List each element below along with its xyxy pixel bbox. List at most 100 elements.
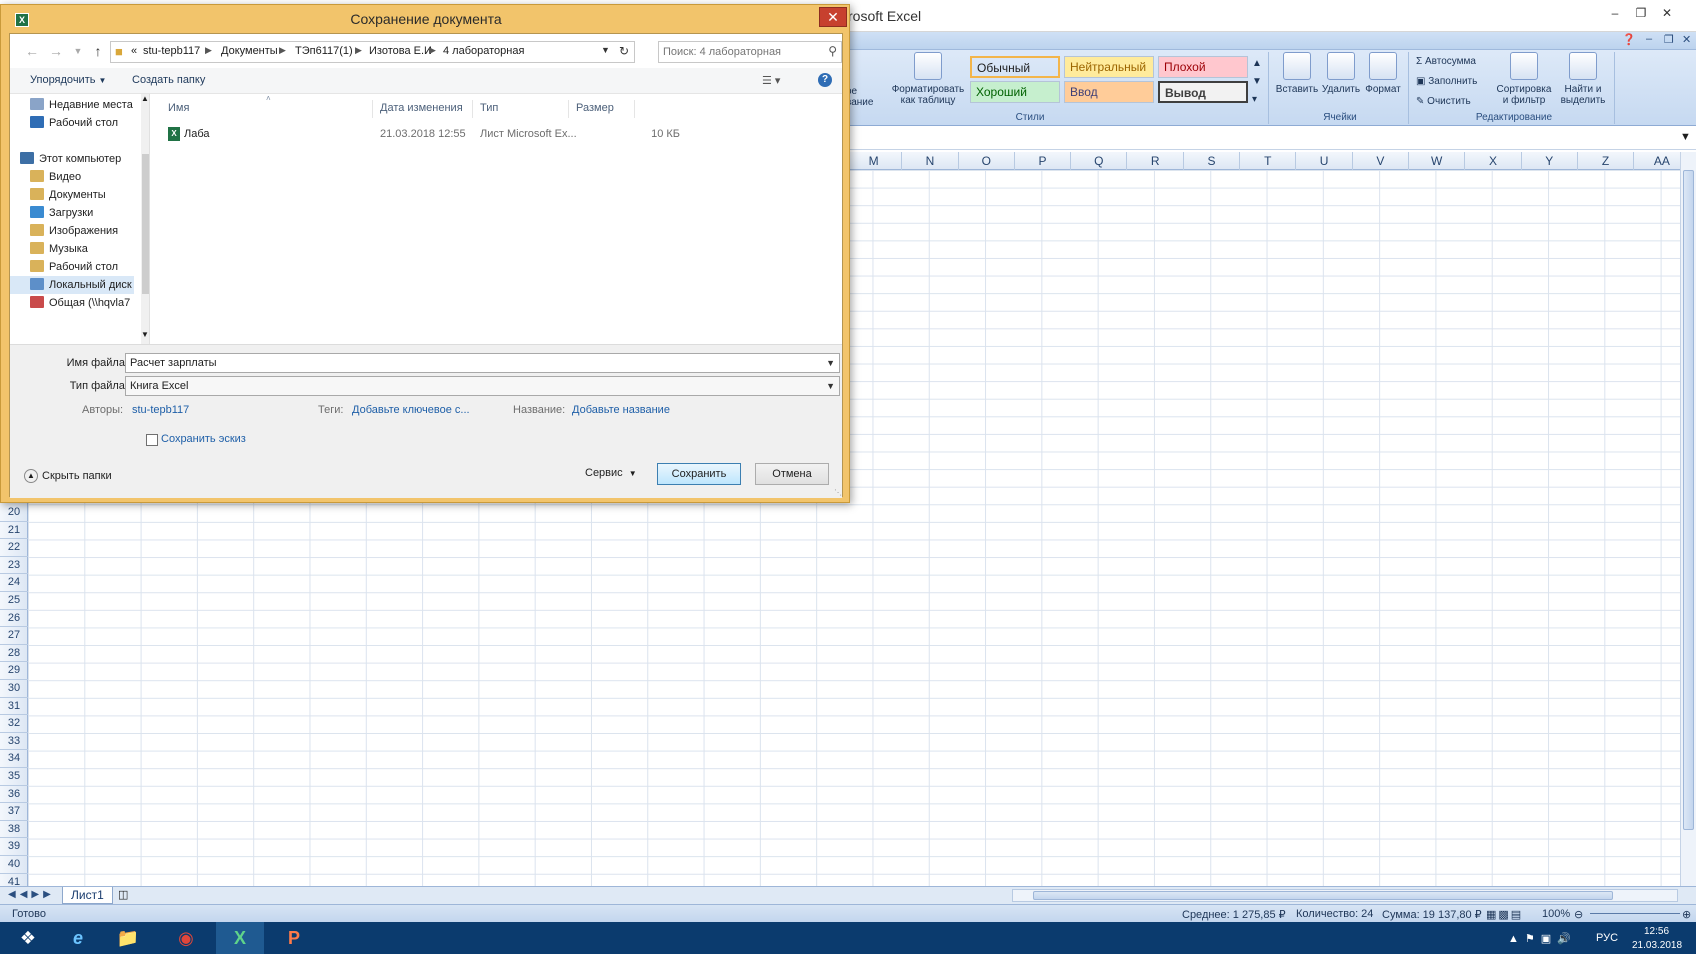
save-thumbnail-label[interactable]: Сохранить эскиз	[161, 433, 246, 445]
new-sheet-icon[interactable]: ◫	[118, 888, 128, 901]
row-header[interactable]: 40	[0, 856, 28, 874]
scroll-down-icon[interactable]: ▼	[141, 330, 149, 339]
styles-more-icon[interactable]: ▾	[1252, 94, 1257, 105]
back-arrow-icon[interactable]: ←	[22, 42, 42, 60]
sort-filter-button[interactable]: Сортировка и фильтр	[1494, 52, 1554, 106]
row-header[interactable]: 34	[0, 750, 28, 768]
column-size-header[interactable]: Размер	[576, 102, 614, 114]
title-value[interactable]: Добавьте название	[572, 404, 670, 416]
nav-item[interactable]: Общая (\\hqvla7	[10, 294, 134, 312]
column-divider[interactable]	[372, 100, 373, 118]
filename-dropdown-icon[interactable]: ▼	[826, 354, 835, 372]
style-output[interactable]: Вывод	[1158, 81, 1248, 103]
tags-value[interactable]: Добавьте ключевое с...	[352, 404, 470, 416]
nav-item[interactable]: Документы	[10, 186, 134, 204]
row-header[interactable]: 30	[0, 680, 28, 698]
new-folder-button[interactable]: Создать папку	[132, 74, 205, 86]
breadcrumb-item[interactable]: ТЭп6117(1)	[295, 45, 353, 57]
restore-icon[interactable]: ❐	[1630, 6, 1652, 24]
row-header[interactable]: 38	[0, 821, 28, 839]
save-button[interactable]: Сохранить	[657, 463, 741, 485]
clock-date[interactable]: 21.03.2018	[1632, 940, 1682, 951]
dialog-close-button[interactable]: ✕	[819, 7, 847, 27]
styles-scroll-up-icon[interactable]: ▲	[1252, 58, 1262, 69]
row-header[interactable]: 27	[0, 627, 28, 645]
hide-folders-link[interactable]: Скрыть папки	[42, 470, 112, 482]
help-icon[interactable]: ?	[818, 73, 832, 87]
row-header[interactable]: 20	[0, 504, 28, 522]
column-header[interactable]: O	[959, 152, 1015, 170]
breadcrumb-chevron-icon[interactable]: ▶	[279, 45, 286, 56]
find-select-button[interactable]: Найти и выделить	[1556, 52, 1610, 106]
breadcrumb-item[interactable]: Изотова Е.И	[369, 45, 432, 57]
column-divider[interactable]	[634, 100, 635, 118]
column-divider[interactable]	[472, 100, 473, 118]
column-type-header[interactable]: Тип	[480, 102, 498, 114]
view-buttons-icon[interactable]: ▦▩▤	[1486, 908, 1523, 921]
cancel-button[interactable]: Отмена	[755, 463, 829, 485]
sheet-nav-arrows-icon[interactable]: ◀◀▶▶	[8, 889, 55, 900]
nav-pane-scrollbar-thumb[interactable]	[142, 154, 149, 294]
breadcrumb-overflow[interactable]: «	[131, 45, 137, 57]
breadcrumb-chevron-icon[interactable]: ▶	[205, 45, 212, 56]
filetype-dropdown-icon[interactable]: ▼	[826, 377, 835, 395]
breadcrumb-item[interactable]: stu-tepb117	[143, 45, 200, 57]
resize-grip-icon[interactable]: ⋱	[834, 488, 842, 497]
file-row[interactable]: X Лаба 21.03.2018 12:55 Лист Microsoft Ex..…	[150, 124, 842, 144]
column-header[interactable]: R	[1128, 152, 1184, 170]
refresh-icon[interactable]: ↻	[619, 44, 629, 58]
up-arrow-icon[interactable]: ↑	[88, 42, 108, 60]
autosum-button[interactable]: Σ Автосумма	[1416, 56, 1476, 67]
save-thumbnail-checkbox[interactable]	[146, 434, 158, 446]
language-indicator[interactable]: РУС	[1596, 932, 1618, 944]
nav-item[interactable]: Музыка	[10, 240, 134, 258]
nav-item[interactable]: Недавние места	[10, 96, 134, 114]
row-header[interactable]: 28	[0, 645, 28, 663]
column-header[interactable]: S	[1184, 152, 1241, 170]
clear-button[interactable]: ✎ Очистить	[1416, 96, 1471, 107]
row-header[interactable]: 29	[0, 662, 28, 680]
style-good[interactable]: Хороший	[970, 81, 1060, 103]
nav-item[interactable]: Рабочий стол	[10, 258, 134, 276]
row-header[interactable]: 22	[0, 539, 28, 557]
service-button[interactable]: Сервис ▼	[585, 467, 637, 479]
recent-locations-icon[interactable]: ▼	[68, 42, 88, 60]
breadcrumb-chevron-icon[interactable]: ▶	[355, 45, 362, 56]
breadcrumb-item[interactable]: Документы	[221, 45, 278, 57]
column-header[interactable]: V	[1353, 152, 1409, 170]
row-header[interactable]: 21	[0, 522, 28, 540]
ribbon-restore-icon[interactable]: ❐	[1664, 33, 1674, 46]
column-header[interactable]: U	[1296, 152, 1353, 170]
search-icon[interactable]: ⚲	[828, 44, 837, 58]
hide-folders-icon[interactable]: ▲	[24, 469, 38, 483]
column-header[interactable]: Y	[1522, 152, 1578, 170]
styles-scroll-down-icon[interactable]: ▼	[1252, 76, 1262, 87]
organize-button[interactable]: Упорядочить ▼	[30, 74, 106, 86]
nav-item[interactable]: Этот компьютер	[10, 150, 134, 168]
row-header[interactable]: 35	[0, 768, 28, 786]
horizontal-scrollbar-thumb[interactable]	[1033, 891, 1613, 900]
nav-pane-scrollbar[interactable]: ▲ ▼	[141, 94, 149, 344]
format-cells-button[interactable]: Формат	[1360, 52, 1406, 95]
clock-time[interactable]: 12:56	[1644, 926, 1669, 937]
horizontal-scrollbar[interactable]	[1012, 889, 1678, 902]
ribbon-minimize-icon[interactable]: –	[1646, 33, 1652, 45]
row-header[interactable]: 26	[0, 610, 28, 628]
sheet-tab[interactable]: Лист1	[62, 887, 113, 904]
column-header[interactable]: W	[1409, 152, 1466, 170]
style-bad[interactable]: Плохой	[1158, 56, 1248, 78]
authors-value[interactable]: stu-tepb117	[132, 404, 189, 416]
style-input[interactable]: Ввод	[1064, 81, 1154, 103]
fill-button[interactable]: ▣ Заполнить	[1416, 76, 1477, 87]
forward-arrow-icon[interactable]: →	[46, 42, 66, 60]
row-header[interactable]: 33	[0, 733, 28, 751]
column-date-header[interactable]: Дата изменения	[380, 102, 463, 114]
zoom-slider[interactable]	[1590, 913, 1680, 914]
nav-item[interactable]: Рабочий стол	[10, 114, 134, 132]
nav-item[interactable]: Локальный диск	[10, 276, 134, 294]
zoom-in-icon[interactable]: ⊕	[1682, 908, 1691, 921]
excel-taskbar-icon[interactable]: X	[216, 922, 264, 954]
column-header[interactable]: P	[1015, 152, 1072, 170]
column-header[interactable]: N	[902, 152, 959, 170]
zoom-level[interactable]: 100%	[1542, 908, 1570, 920]
